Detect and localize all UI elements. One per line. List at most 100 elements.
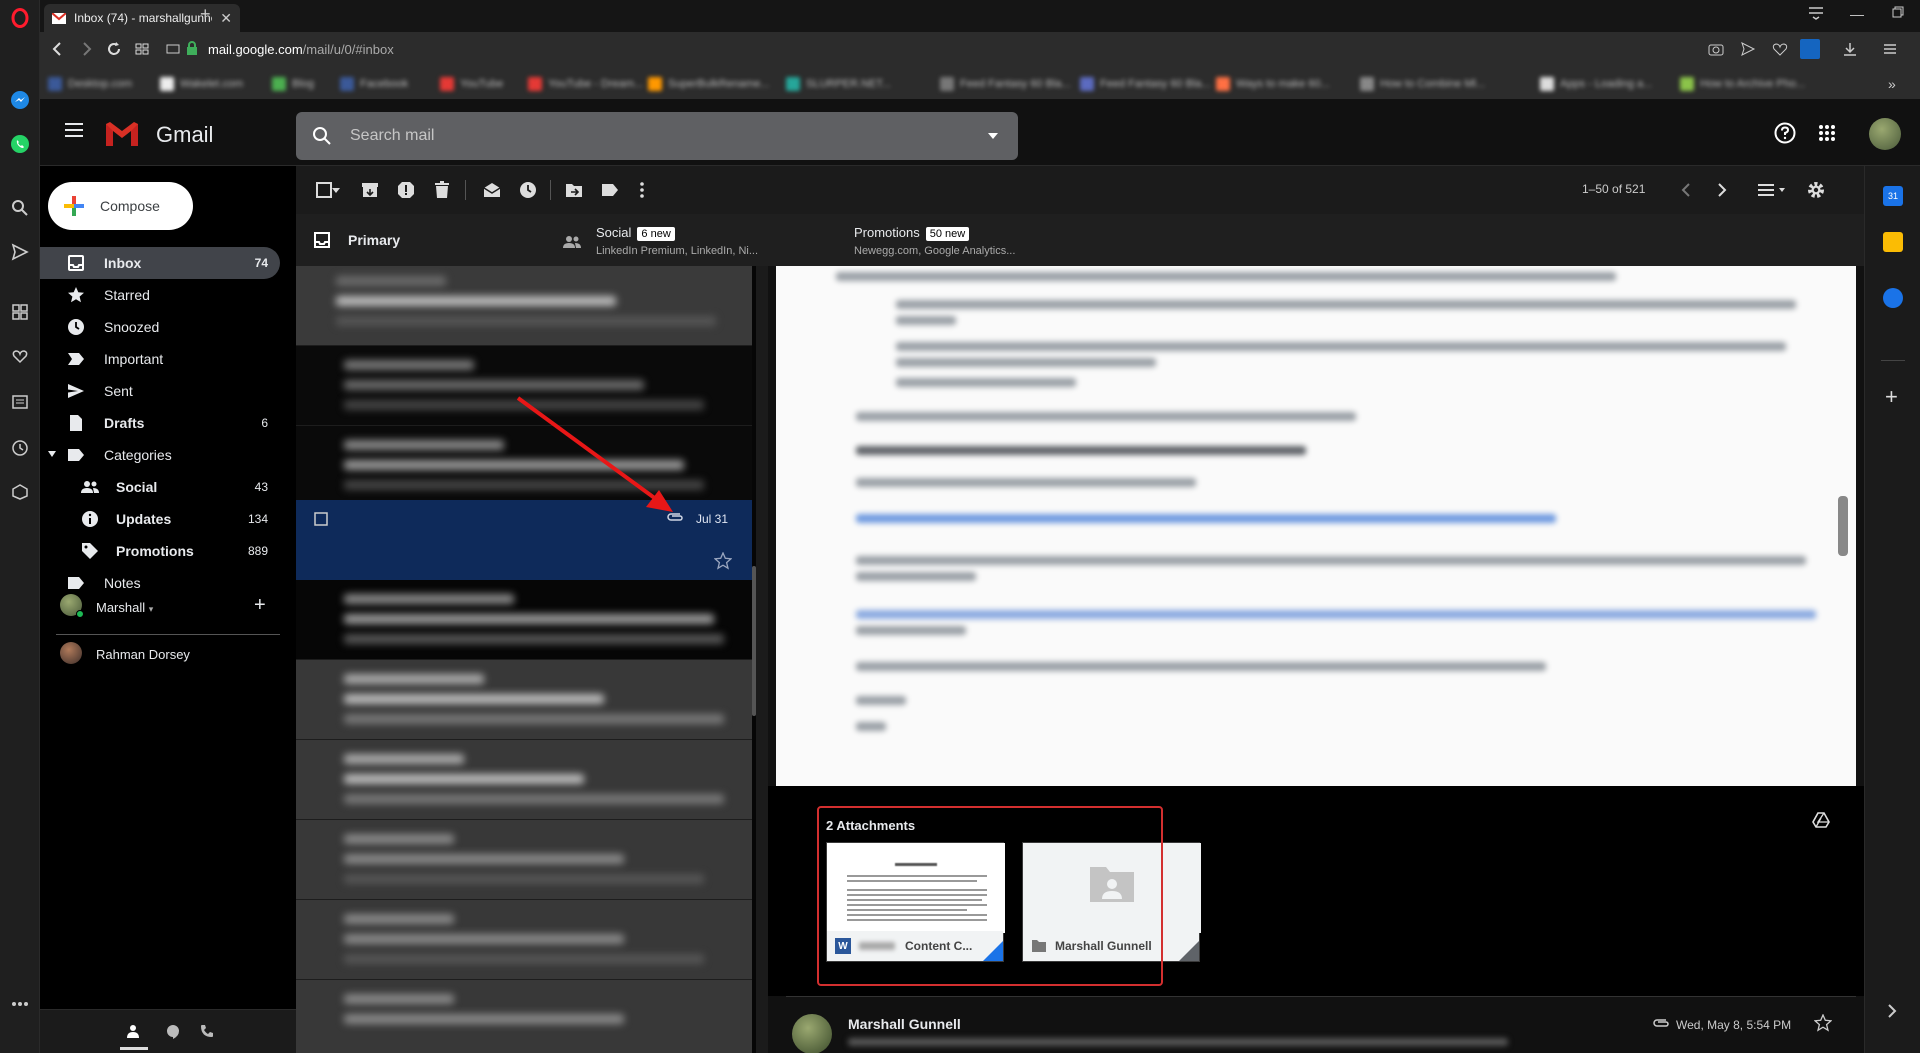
browser-tab[interactable]: Inbox (74) - marshallgunne ✕ [44, 4, 240, 32]
delete-icon[interactable] [430, 178, 454, 202]
row-checkbox[interactable] [314, 512, 328, 526]
list-item[interactable] [296, 900, 752, 980]
opera-logo-icon[interactable] [8, 6, 32, 30]
reload-icon[interactable] [106, 41, 122, 57]
nav-updates[interactable]: Updates 134 [40, 503, 280, 535]
list-item[interactable] [296, 980, 752, 1053]
list-item[interactable] [296, 580, 752, 660]
bookmark-item[interactable]: Feed Fantasy 60 Bla... [1080, 76, 1211, 92]
promotions-tab-extension[interactable]: Promotions 50 new Newegg.com, Google Anal… [768, 214, 1864, 266]
tab-social[interactable]: Social 6 new LinkedIn Premium, LinkedIn, … [548, 214, 792, 266]
download-icon[interactable] [1842, 41, 1858, 57]
account-avatar[interactable] [1869, 118, 1901, 150]
hangouts-self-name[interactable]: Marshall ▾ [96, 600, 153, 615]
keep-icon[interactable] [1883, 232, 1903, 252]
url-text[interactable]: mail.google.com/mail/u/0/#inbox [208, 42, 394, 57]
report-spam-icon[interactable] [394, 178, 418, 202]
forward-icon[interactable] [78, 41, 94, 57]
contact-avatar[interactable] [60, 642, 82, 664]
tabs-grid-icon[interactable] [134, 41, 150, 57]
search-icon[interactable] [8, 196, 32, 220]
row-star-icon[interactable] [714, 552, 732, 570]
main-menu-icon[interactable] [64, 122, 84, 138]
bookmark-item[interactable]: SuperBulkRename... [648, 76, 770, 92]
search-input[interactable] [350, 127, 988, 145]
expand-panel-icon[interactable] [1887, 1004, 1897, 1018]
person-icon[interactable] [126, 1024, 140, 1038]
split-pane-toggle-icon[interactable] [1754, 178, 1790, 202]
nav-important[interactable]: Important [40, 343, 280, 375]
maximize-button[interactable] [1892, 6, 1904, 18]
settings-gear-icon[interactable] [1804, 178, 1828, 202]
new-tab-button[interactable]: + [200, 4, 211, 25]
bookmark-item[interactable]: YouTube - Dream... [528, 76, 643, 92]
list-item[interactable] [296, 820, 752, 900]
messenger-icon[interactable] [8, 88, 32, 112]
list-item[interactable] [296, 660, 752, 740]
hangouts-icon[interactable] [166, 1024, 180, 1040]
search-icon[interactable] [312, 126, 332, 146]
snapshot-icon[interactable] [1708, 41, 1724, 57]
tab-menu-icon[interactable] [1808, 6, 1824, 20]
help-icon[interactable] [1774, 122, 1796, 144]
older-icon[interactable] [1710, 178, 1734, 202]
bookmark-item[interactable]: Apps - Loading a... [1540, 76, 1652, 92]
minimize-button[interactable]: — [1850, 6, 1864, 22]
nav-categories[interactable]: Categories [40, 439, 280, 471]
hangouts-contact-name[interactable]: Rahman Dorsey [96, 647, 190, 662]
list-scrollbar[interactable] [752, 566, 756, 716]
nav-promotions[interactable]: Promotions 889 [40, 535, 280, 567]
save-to-drive-icon[interactable] [1812, 812, 1830, 828]
calendar-icon[interactable]: 31 [1883, 186, 1903, 206]
more-icon[interactable] [8, 992, 32, 1016]
bookmark-item[interactable]: SLURPER.NET... [786, 76, 891, 92]
list-item[interactable] [296, 740, 752, 820]
new-conversation-button[interactable]: + [254, 594, 266, 617]
history-icon[interactable] [8, 436, 32, 460]
gmail-logo-icon[interactable] [104, 120, 140, 147]
reading-scrollbar[interactable] [1838, 496, 1848, 556]
search-box[interactable] [296, 112, 1018, 160]
nav-inbox[interactable]: Inbox 74 [40, 247, 280, 279]
tab-primary[interactable]: Primary [296, 214, 548, 266]
heart-icon[interactable] [8, 344, 32, 368]
nav-starred[interactable]: Starred [40, 279, 280, 311]
nav-sent[interactable]: Sent [40, 375, 280, 407]
mark-unread-icon[interactable] [480, 178, 504, 202]
site-info-icon[interactable] [166, 42, 180, 56]
move-to-icon[interactable] [562, 178, 586, 202]
nav-drafts[interactable]: Drafts 6 [40, 407, 280, 439]
more-options-icon[interactable] [630, 178, 654, 202]
close-tab-icon[interactable]: ✕ [220, 10, 232, 27]
nav-snoozed[interactable]: Snoozed [40, 311, 280, 343]
nav-notes[interactable]: Notes [40, 567, 280, 599]
extensions-icon[interactable] [8, 480, 32, 504]
sender-avatar[interactable] [792, 1014, 832, 1053]
bookmark-item[interactable]: YouTube [440, 76, 503, 92]
select-dropdown-icon[interactable] [330, 178, 342, 202]
bookmark-heart-icon[interactable] [1772, 41, 1788, 57]
snooze-icon[interactable] [516, 178, 540, 202]
speed-dial-icon[interactable] [8, 300, 32, 324]
bookmark-item[interactable]: Facebook [340, 76, 408, 92]
archive-icon[interactable] [358, 178, 382, 202]
search-options-icon[interactable] [988, 133, 998, 139]
bookmark-item[interactable]: Ways to make 60... [1216, 76, 1330, 92]
bookmark-item[interactable]: Blog [272, 76, 314, 92]
sender-name[interactable]: Marshall Gunnell [848, 1016, 961, 1032]
easy-setup-icon[interactable] [1882, 41, 1898, 57]
newer-icon[interactable] [1674, 178, 1698, 202]
star-icon[interactable] [1814, 1014, 1832, 1032]
add-addon-button[interactable]: + [1885, 384, 1898, 410]
tasks-icon[interactable] [1883, 288, 1903, 308]
back-icon[interactable] [50, 41, 66, 57]
compose-button[interactable]: Compose [48, 182, 193, 230]
bookmark-item[interactable]: How to Combine Ml... [1360, 76, 1485, 92]
send-to-flow-icon[interactable] [1740, 41, 1756, 57]
bookmark-item[interactable]: Feed Fantasy 60 Bla... [940, 76, 1071, 92]
nav-social[interactable]: Social 43 [40, 471, 280, 503]
bookmarks-overflow-icon[interactable]: » [1888, 76, 1896, 92]
list-item[interactable] [296, 266, 752, 346]
news-icon[interactable] [8, 390, 32, 414]
labels-icon[interactable] [598, 178, 622, 202]
